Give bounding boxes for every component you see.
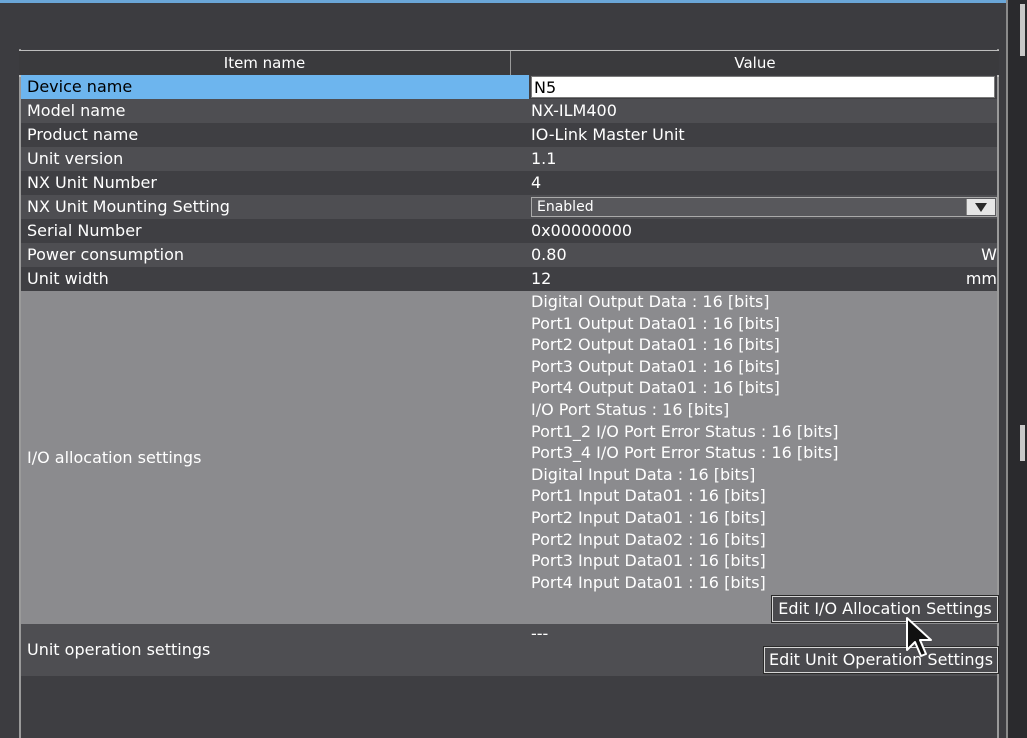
list-item: Port2 Input Data02 : 16 [bits] [531, 529, 766, 549]
row-value: 12 [531, 269, 552, 288]
row-label: NX Unit Mounting Setting [27, 197, 230, 216]
mounting-setting-dropdown[interactable]: Enabled [531, 197, 997, 217]
row-label: Unit operation settings [27, 640, 211, 659]
row-value: 4 [531, 173, 542, 192]
column-header-value[interactable]: Value [511, 51, 999, 75]
grid-border-right [997, 49, 999, 738]
list-item: I/O Port Status : 16 [bits] [531, 399, 730, 419]
list-item: Port3_4 I/O Port Error Status : 16 [bits… [531, 443, 839, 463]
row-unit-width: Unit width 12 mm [21, 267, 997, 291]
row-label: Serial Number [27, 221, 142, 240]
row-product-name: Product name IO-Link Master Unit [21, 123, 997, 147]
row-value: --- [531, 624, 549, 643]
chevron-down-icon [975, 203, 987, 212]
io-allocation-list: Digital Output Data : 16 [bits] Port1 Ou… [531, 291, 839, 593]
row-label: I/O allocation settings [27, 448, 202, 467]
row-unit: W [981, 245, 997, 264]
grid-header: Item name Value [19, 50, 999, 77]
list-item: Port1_2 I/O Port Error Status : 16 [bits… [531, 421, 839, 441]
row-label: Model name [27, 101, 126, 120]
row-label: Unit version [27, 149, 124, 168]
list-item: Port4 Input Data01 : 16 [bits] [531, 572, 766, 592]
list-item: Port3 Input Data01 : 16 [bits] [531, 551, 766, 571]
mouse-pointer-icon [906, 617, 932, 657]
row-nx-unit-number: NX Unit Number 4 [21, 171, 997, 195]
side-handle-middle[interactable] [1020, 425, 1025, 461]
row-io-allocation-settings: I/O allocation settings Digital Output D… [21, 291, 997, 624]
row-label: NX Unit Number [27, 173, 157, 192]
dropdown-selected-value: Enabled [537, 199, 594, 215]
row-device-name[interactable]: Device name [21, 75, 997, 99]
row-value: IO-Link Master Unit [531, 125, 685, 144]
row-mounting-setting: NX Unit Mounting Setting Enabled [21, 195, 997, 219]
row-model-name: Model name NX-ILM400 [21, 99, 997, 123]
list-item: Port2 Output Data01 : 16 [bits] [531, 335, 780, 355]
list-item: Port1 Input Data01 : 16 [bits] [531, 486, 766, 506]
window-top-accent [0, 0, 1010, 3]
row-serial-number: Serial Number 0x00000000 [21, 219, 997, 243]
row-unit: mm [965, 269, 997, 288]
list-item: Port3 Output Data01 : 16 [bits] [531, 356, 780, 376]
column-header-item-name[interactable]: Item name [19, 51, 511, 75]
device-name-input[interactable] [531, 76, 995, 98]
edit-io-allocation-button[interactable]: Edit I/O Allocation Settings [771, 595, 999, 623]
list-item: Digital Input Data : 16 [bits] [531, 464, 756, 484]
row-value: NX-ILM400 [531, 101, 617, 120]
right-side-strip [1008, 0, 1027, 738]
row-label: Unit width [27, 269, 109, 288]
row-value: 1.1 [531, 149, 557, 168]
row-unit-version: Unit version 1.1 [21, 147, 997, 171]
list-item: Port4 Output Data01 : 16 [bits] [531, 378, 780, 398]
list-item: Port2 Input Data01 : 16 [bits] [531, 507, 766, 527]
row-label: Device name [27, 77, 133, 96]
list-item: Digital Output Data : 16 [bits] [531, 292, 770, 311]
dropdown-arrow-button[interactable] [966, 199, 995, 215]
row-label: Power consumption [27, 245, 185, 264]
row-power-consumption: Power consumption 0.80 W [21, 243, 997, 267]
row-value: 0x00000000 [531, 221, 633, 240]
list-item: Port1 Output Data01 : 16 [bits] [531, 313, 780, 333]
row-value: 0.80 [531, 245, 567, 264]
side-handle-top[interactable] [1020, 4, 1025, 56]
edit-unit-operation-button[interactable]: Edit Unit Operation Settings [763, 646, 999, 674]
row-label: Product name [27, 125, 139, 144]
